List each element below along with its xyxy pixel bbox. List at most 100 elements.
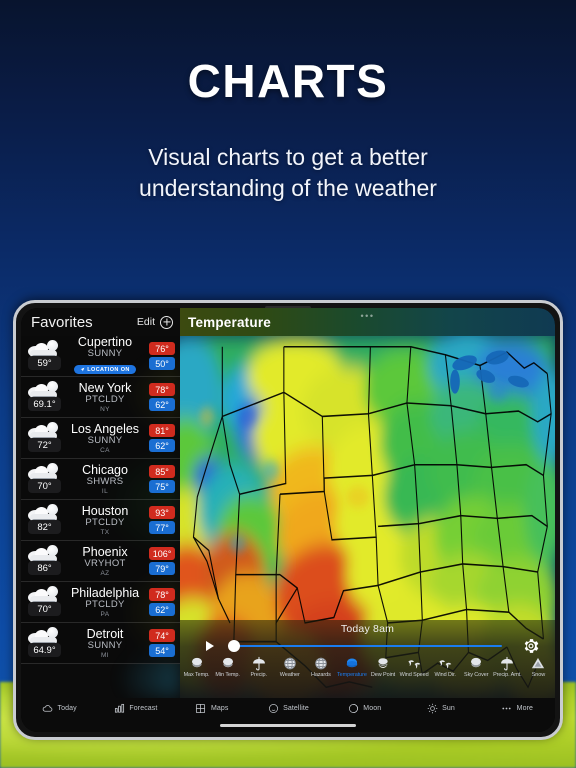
map-layer-title: Temperature bbox=[188, 314, 271, 330]
parameter-dew-point[interactable]: Dew Point bbox=[367, 656, 398, 678]
globe-icon bbox=[281, 656, 298, 671]
cloud-sun-icon: 69.1° bbox=[25, 380, 62, 414]
moon-icon bbox=[347, 702, 359, 714]
city-name: Houston bbox=[81, 503, 129, 518]
low-temp-badge: 75° bbox=[149, 480, 175, 493]
location-badge-label: LOCATION ON bbox=[87, 366, 130, 373]
device-screen: Favorites Edit 59° Cupertino SUNNY LOCATION… bbox=[21, 308, 555, 732]
parameter-precip[interactable]: Precip. bbox=[243, 656, 274, 678]
favorite-row[interactable]: 59° Cupertino SUNNY LOCATION ON 76° 50° bbox=[21, 336, 180, 377]
snow-icon bbox=[530, 656, 547, 671]
favorite-row[interactable]: 70° Philadelphia PTCLDY PA 78° 62° bbox=[21, 582, 180, 623]
parameter-snow[interactable]: Snow bbox=[523, 656, 554, 678]
tab-forecast[interactable]: Forecast bbox=[97, 702, 173, 714]
city-name: New York bbox=[78, 380, 132, 395]
current-temperature: 64.9° bbox=[28, 643, 61, 657]
favorites-actions: Edit bbox=[137, 315, 173, 329]
parameter-toolbar[interactable]: Max Temp. Min Temp. Precip. Weather Hazards T… bbox=[180, 654, 555, 681]
parameter-label: Precip. Amt. bbox=[493, 672, 522, 678]
play-icon[interactable] bbox=[206, 641, 214, 651]
map-header: ••• Temperature bbox=[180, 308, 555, 336]
favorites-title: Favorites bbox=[31, 313, 93, 331]
city-name: Phoenix bbox=[82, 544, 128, 559]
favorites-list[interactable]: 59° Cupertino SUNNY LOCATION ON 76° 50° 69.1° N… bbox=[21, 336, 180, 698]
timeline-slider[interactable] bbox=[221, 640, 546, 652]
parameter-wind-speed[interactable]: Wind Speed bbox=[399, 656, 430, 678]
condition-label: SUNNY bbox=[87, 434, 123, 446]
location-on-badge: LOCATION ON bbox=[74, 365, 136, 375]
current-temperature: 72° bbox=[28, 438, 61, 452]
low-temp-badge: 54° bbox=[149, 644, 175, 657]
page-title: CHARTS bbox=[187, 55, 389, 107]
parameter-min-temp[interactable]: Min Temp. bbox=[212, 656, 243, 678]
high-low-temps: 81° 62° bbox=[148, 424, 175, 452]
tab-maps[interactable]: Maps bbox=[174, 702, 250, 714]
low-temp-badge: 79° bbox=[149, 562, 175, 575]
navigation-arrow-icon bbox=[80, 368, 85, 372]
cloud-sun-icon: 59° bbox=[25, 339, 62, 373]
high-low-temps: 85° 75° bbox=[148, 465, 175, 493]
parameter-label: Min Temp. bbox=[215, 672, 240, 678]
edit-button[interactable]: Edit bbox=[137, 316, 155, 328]
sun-icon bbox=[426, 702, 438, 714]
favorite-row[interactable]: 70° Chicago SHWRS IL 85° 75° bbox=[21, 459, 180, 500]
tab-sun[interactable]: Sun bbox=[402, 702, 478, 714]
current-temperature: 82° bbox=[28, 520, 61, 534]
favorite-row[interactable]: 86° Phoenix VRYHOT AZ 106° 79° bbox=[21, 541, 180, 582]
tab-satellite[interactable]: Satellite bbox=[250, 702, 326, 714]
parameter-label: Max Temp. bbox=[183, 672, 210, 678]
umbrella-icon bbox=[250, 656, 267, 671]
tab-label: Maps bbox=[210, 704, 229, 712]
condition-label: PTCLDY bbox=[85, 393, 125, 405]
wind-icon bbox=[437, 656, 454, 671]
high-low-temps: 74° 54° bbox=[148, 629, 175, 657]
high-temp-badge: 78° bbox=[149, 383, 175, 396]
favorite-row[interactable]: 64.9° Detroit SUNNY MI 74° 54° bbox=[21, 623, 180, 664]
parameter-temperature[interactable]: Temperature bbox=[336, 656, 367, 678]
parameter-precip-amt[interactable]: Precip. Amt. bbox=[492, 656, 523, 678]
tab-today[interactable]: Today bbox=[21, 702, 97, 714]
favorite-row[interactable]: 69.1° New York PTCLDY NY 78° 62° bbox=[21, 377, 180, 418]
gear-icon[interactable] bbox=[523, 638, 539, 654]
plus-circle-icon[interactable] bbox=[160, 315, 173, 329]
high-temp-badge: 106° bbox=[149, 547, 175, 560]
cloud-sun-icon: 82° bbox=[25, 503, 62, 537]
parameter-weather[interactable]: Weather bbox=[274, 656, 305, 678]
parameter-wind-dir[interactable]: Wind Dir. bbox=[430, 656, 461, 678]
high-low-temps: 78° 62° bbox=[148, 383, 175, 411]
current-temperature: 59° bbox=[28, 356, 61, 370]
high-temp-badge: 93° bbox=[149, 506, 175, 519]
map-controls: Today 8am Max Temp. Min Temp. Precip. We… bbox=[180, 620, 555, 698]
parameter-label: Precip. bbox=[250, 672, 267, 678]
favorite-info: Los Angeles SUNNY CA bbox=[62, 422, 148, 455]
tab-more[interactable]: More bbox=[479, 702, 555, 714]
bottom-tab-bar[interactable]: Today Forecast Maps Satellite Moon Sun More bbox=[21, 698, 555, 732]
low-temp-badge: 62° bbox=[149, 439, 175, 452]
city-name: Philadelphia bbox=[70, 585, 140, 600]
temperature-heatmap[interactable]: Today 8am Max Temp. Min Temp. Precip. We… bbox=[180, 336, 555, 698]
promo-subtitle-line1: Visual charts to get a better bbox=[148, 144, 428, 170]
state-abbrev: CA bbox=[100, 446, 110, 454]
high-temp-badge: 85° bbox=[149, 465, 175, 478]
current-temperature: 70° bbox=[28, 602, 61, 616]
globe-icon bbox=[312, 656, 329, 671]
parameter-label: Dew Point bbox=[370, 672, 396, 678]
favorite-info: Houston PTCLDY TX bbox=[62, 504, 148, 537]
drag-handle-icon[interactable]: ••• bbox=[361, 312, 375, 321]
high-low-temps: 93° 77° bbox=[148, 506, 175, 534]
favorite-row[interactable]: 82° Houston PTCLDY TX 93° 77° bbox=[21, 500, 180, 541]
slider-handle[interactable] bbox=[227, 640, 240, 652]
parameter-label: Temperature bbox=[337, 672, 367, 678]
low-temp-badge: 77° bbox=[149, 521, 175, 534]
state-abbrev: TX bbox=[100, 528, 110, 536]
parameter-max-temp[interactable]: Max Temp. bbox=[181, 656, 212, 678]
dewdrop-icon bbox=[375, 656, 392, 671]
tab-moon[interactable]: Moon bbox=[326, 702, 402, 714]
cloud-sun-icon: 70° bbox=[25, 585, 62, 619]
sky-cover-icon bbox=[219, 656, 236, 671]
timeline-controls bbox=[180, 635, 555, 654]
high-low-temps: 76° 50° bbox=[148, 342, 175, 370]
parameter-hazards[interactable]: Hazards bbox=[305, 656, 336, 678]
parameter-sky-cover[interactable]: Sky Cover bbox=[461, 656, 492, 678]
favorite-row[interactable]: 72° Los Angeles SUNNY CA 81° 62° bbox=[21, 418, 180, 459]
